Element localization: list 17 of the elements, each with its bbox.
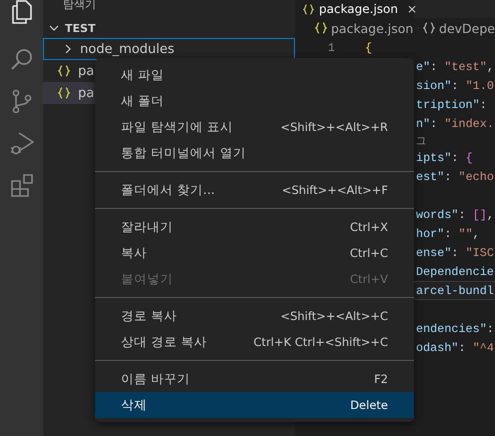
code-text: Dependencie xyxy=(416,264,494,278)
line-number: 1 xyxy=(326,40,335,54)
menu-item: 붙여넣기 Ctrl+V xyxy=(120,270,389,288)
code-text: tription": xyxy=(416,98,487,112)
code-text: words": [], xyxy=(416,208,494,222)
code-text: est": "echo xyxy=(416,170,494,184)
code-text: e": "test", xyxy=(416,60,494,74)
code-text: hor": "", xyxy=(416,226,480,240)
code-text: arcel-bundl xyxy=(416,284,494,298)
code-text: { xyxy=(365,40,372,54)
code-text: ense": "ISC xyxy=(416,246,494,260)
sidebar-title: 탐색기 xyxy=(62,0,97,13)
code-text: sion": "1.0 xyxy=(416,78,494,92)
code-text: endencies": xyxy=(416,322,494,336)
code-text: odash": "^4 xyxy=(416,340,494,354)
code-text: ipts": { xyxy=(416,150,473,164)
code-text: n": "index. xyxy=(416,116,494,130)
